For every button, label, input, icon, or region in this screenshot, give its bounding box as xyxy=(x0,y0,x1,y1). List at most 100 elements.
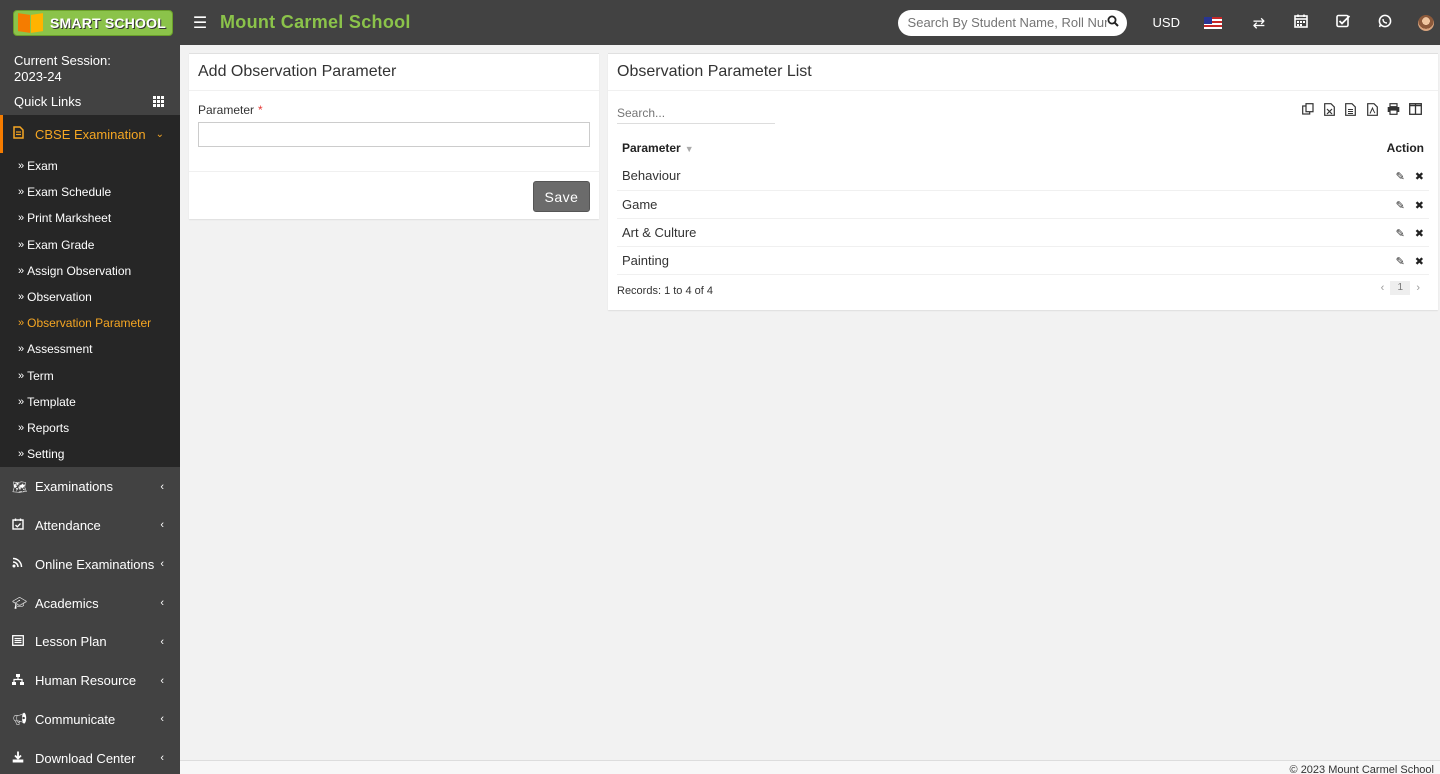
double-chevron-right-icon: » xyxy=(18,160,24,173)
parameter-label: Parameter * xyxy=(198,103,263,117)
table-row: Game ✎ ✖ xyxy=(617,190,1429,219)
submenu-item-assessment[interactable]: » Assessment xyxy=(0,336,180,362)
sidebar-item-examinations[interactable]: 🗺︎ Examinations ‹ xyxy=(0,467,180,506)
parameter-list-panel: Observation Parameter List Search... Par… xyxy=(608,53,1438,310)
delete-icon[interactable]: ✖ xyxy=(1415,171,1424,183)
list-alt-icon xyxy=(12,634,35,649)
student-search-input[interactable] xyxy=(907,15,1107,30)
submenu-item-setting[interactable]: » Setting xyxy=(0,441,180,467)
submenu-item-print-marksheet[interactable]: » Print Marksheet xyxy=(0,205,180,231)
action-cell: ✎ ✖ xyxy=(1132,218,1429,247)
pdf-icon[interactable] xyxy=(1362,103,1384,119)
chevron-left-icon: ‹ xyxy=(160,480,164,493)
required-mark: * xyxy=(258,103,263,117)
sidebar-item-cbse-examination[interactable]: CBSE Examination ⌄ xyxy=(0,115,180,153)
sidebar-item-human-resource[interactable]: Human Resource ‹ xyxy=(0,661,180,700)
add-parameter-panel: Add Observation Parameter Parameter * Sav… xyxy=(189,53,599,219)
sidebar-item-academics[interactable]: 🎓︎ Academics ‹ xyxy=(0,584,180,623)
task-check-icon[interactable] xyxy=(1334,14,1352,32)
sidebar: Current Session: 2023-24 Quick Links CBS… xyxy=(0,45,180,774)
export-buttons xyxy=(1297,103,1426,119)
edit-pencil-icon[interactable]: ✎ xyxy=(1396,171,1405,183)
chevron-left-icon: ‹ xyxy=(160,674,164,687)
logo[interactable]: SMART SCHOOL xyxy=(0,0,180,45)
quick-links[interactable]: Quick Links xyxy=(0,91,180,111)
submenu-item-reports[interactable]: » Reports xyxy=(0,415,180,441)
sidebar-item-online-examinations[interactable]: Online Examinations ‹ xyxy=(0,545,180,584)
top-header: SMART SCHOOL ☰ Mount Carmel School USD ⇄ xyxy=(0,0,1440,45)
parameter-cell: Game xyxy=(617,190,1133,219)
copy-icon[interactable] xyxy=(1297,103,1319,119)
double-chevron-right-icon: » xyxy=(18,186,24,199)
sitemap-icon xyxy=(12,673,35,688)
double-chevron-right-icon: » xyxy=(18,343,24,356)
current-session[interactable]: Current Session: 2023-24 xyxy=(0,45,180,85)
sidebar-item-communicate[interactable]: 📢︎ Communicate ‹ xyxy=(0,700,180,739)
student-search xyxy=(897,9,1127,36)
page-footer: © 2023 Mount Carmel School xyxy=(180,760,1440,774)
sidebar-item-lesson-plan[interactable]: Lesson Plan ‹ xyxy=(0,622,180,661)
double-chevron-right-icon: » xyxy=(18,317,24,330)
table-row: Behaviour ✎ ✖ xyxy=(617,162,1429,191)
logo-badge: SMART SCHOOL xyxy=(13,9,173,36)
chevron-down-icon: ⌄ xyxy=(155,128,164,140)
edit-pencil-icon[interactable]: ✎ xyxy=(1396,200,1405,212)
quick-links-label: Quick Links xyxy=(14,93,82,109)
session-value: 2023-24 xyxy=(14,69,62,84)
delete-icon[interactable]: ✖ xyxy=(1415,228,1424,240)
parameter-cell: Painting xyxy=(617,246,1133,275)
calendar-check-icon xyxy=(12,518,35,533)
calendar-icon[interactable] xyxy=(1292,14,1310,32)
page-number[interactable]: 1 xyxy=(1390,281,1411,295)
grid-icon xyxy=(153,95,164,107)
switch-arrows-icon[interactable]: ⇄ xyxy=(1250,14,1268,32)
currency-selector[interactable]: USD xyxy=(1153,15,1180,30)
double-chevron-right-icon: » xyxy=(18,238,24,251)
double-chevron-right-icon: » xyxy=(18,212,24,225)
session-label: Current Session: xyxy=(14,53,111,68)
edit-pencil-icon[interactable]: ✎ xyxy=(1396,228,1405,240)
parameter-input[interactable] xyxy=(198,122,590,147)
submenu-item-observation-parameter[interactable]: » Observation Parameter xyxy=(0,310,180,336)
edit-pencil-icon[interactable]: ✎ xyxy=(1396,256,1405,268)
sidebar-item-attendance[interactable]: Attendance ‹ xyxy=(0,506,180,545)
double-chevron-right-icon: » xyxy=(18,395,24,408)
submenu-item-exam-schedule[interactable]: » Exam Schedule xyxy=(0,179,180,205)
parameter-cell: Behaviour xyxy=(617,162,1133,191)
submenu-item-term[interactable]: » Term xyxy=(0,363,180,389)
sidebar-item-label: CBSE Examination xyxy=(35,126,146,142)
print-icon[interactable] xyxy=(1383,103,1405,119)
csv-icon[interactable] xyxy=(1340,103,1362,119)
chevron-left-icon: ‹ xyxy=(160,713,164,726)
submenu-item-template[interactable]: » Template xyxy=(0,389,180,415)
delete-icon[interactable]: ✖ xyxy=(1415,200,1424,212)
submenu-item-exam[interactable]: » Exam xyxy=(0,153,180,179)
chevron-left-icon: ‹ xyxy=(160,752,164,765)
column-header-parameter[interactable]: Parameter ▼ xyxy=(617,134,1133,162)
bullhorn-icon: 📢︎ xyxy=(12,712,28,727)
delete-icon[interactable]: ✖ xyxy=(1415,256,1424,268)
hamburger-menu-icon[interactable]: ☰ xyxy=(180,0,220,45)
submenu-item-assign-observation[interactable]: » Assign Observation xyxy=(0,258,180,284)
next-page-icon[interactable]: › xyxy=(1416,282,1420,294)
excel-icon[interactable] xyxy=(1319,103,1341,119)
submenu-item-exam-grade[interactable]: » Exam Grade xyxy=(0,232,180,258)
whatsapp-icon[interactable] xyxy=(1376,14,1394,32)
records-info: Records: 1 to 4 of 4 xyxy=(617,285,713,297)
submenu-item-observation[interactable]: » Observation xyxy=(0,284,180,310)
table-row: Art & Culture ✎ ✖ xyxy=(617,218,1429,247)
table-search-input[interactable] xyxy=(617,102,775,124)
save-button[interactable]: Save xyxy=(533,181,590,212)
double-chevron-right-icon: » xyxy=(18,264,24,277)
sidebar-item-download-center[interactable]: Download Center ‹ xyxy=(0,739,180,774)
action-cell: ✎ ✖ xyxy=(1132,246,1429,275)
columns-icon[interactable] xyxy=(1405,103,1427,119)
search-icon[interactable] xyxy=(1107,15,1119,30)
user-avatar[interactable] xyxy=(1418,14,1434,31)
sort-down-icon: ▼ xyxy=(684,144,694,154)
us-flag-icon[interactable] xyxy=(1204,16,1222,29)
parameter-table: Parameter ▼ Action Behaviour ✎ ✖ Game ✎ ✖ A… xyxy=(617,134,1429,275)
download-icon xyxy=(12,751,35,766)
chevron-left-icon: ‹ xyxy=(160,558,164,571)
prev-page-icon[interactable]: ‹ xyxy=(1381,282,1385,294)
